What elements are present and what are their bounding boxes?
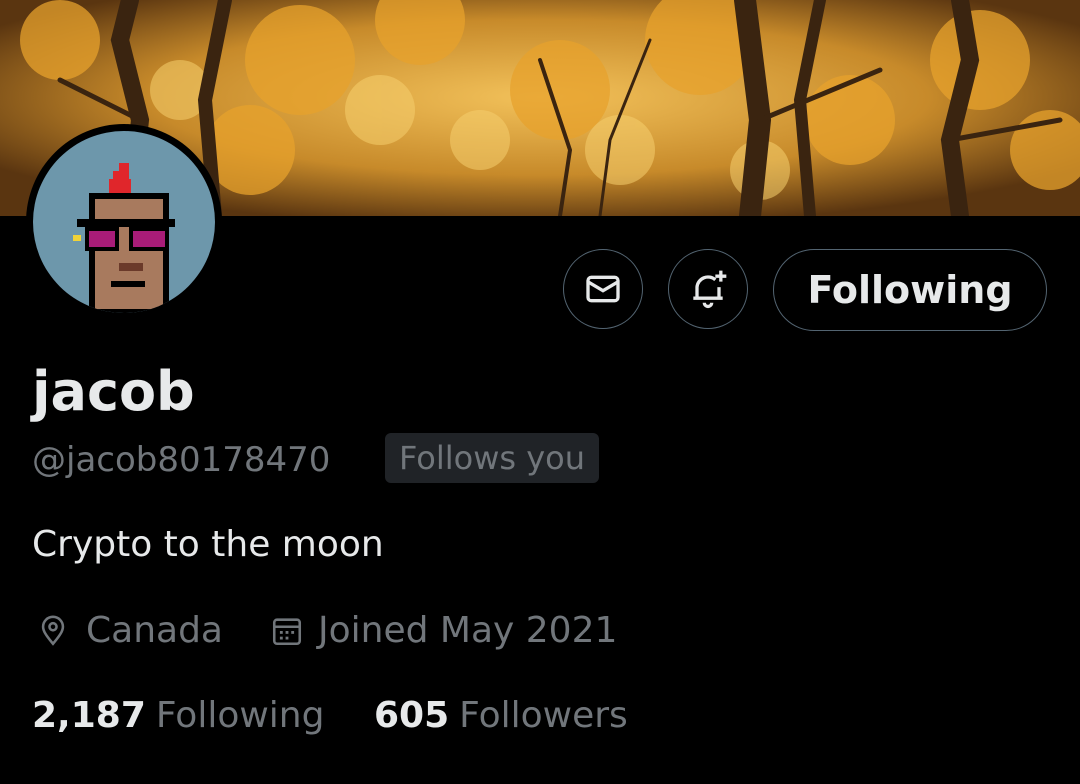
following-button[interactable]: Following: [773, 249, 1047, 331]
profile-bio: Crypto to the moon: [32, 524, 384, 565]
display-name: jacob: [32, 360, 195, 423]
following-stat-link[interactable]: 2,187 Following: [32, 695, 324, 736]
bell-plus-icon: [693, 270, 727, 309]
followers-count: 605: [374, 695, 450, 736]
envelope-icon: [586, 275, 620, 303]
followers-stat-link[interactable]: 605 Followers: [374, 695, 628, 736]
notifications-button[interactable]: [668, 249, 748, 329]
following-label: Following: [155, 695, 325, 736]
follows-you-badge: Follows you: [385, 433, 600, 483]
profile-avatar[interactable]: [26, 124, 222, 320]
avatar-image: [33, 131, 215, 313]
location-text: Canada: [86, 610, 223, 651]
followers-label: Followers: [459, 695, 628, 736]
pixel-punk-avatar: [73, 163, 175, 313]
join-date-item: Joined May 2021: [270, 610, 617, 651]
join-date-text: Joined May 2021: [318, 610, 618, 651]
message-button[interactable]: [563, 249, 643, 329]
calendar-icon: [272, 617, 302, 645]
following-count: 2,187: [32, 695, 146, 736]
user-handle: @jacob80178470: [32, 440, 331, 480]
location-item: Canada: [36, 610, 223, 651]
location-pin-icon: [41, 615, 65, 646]
